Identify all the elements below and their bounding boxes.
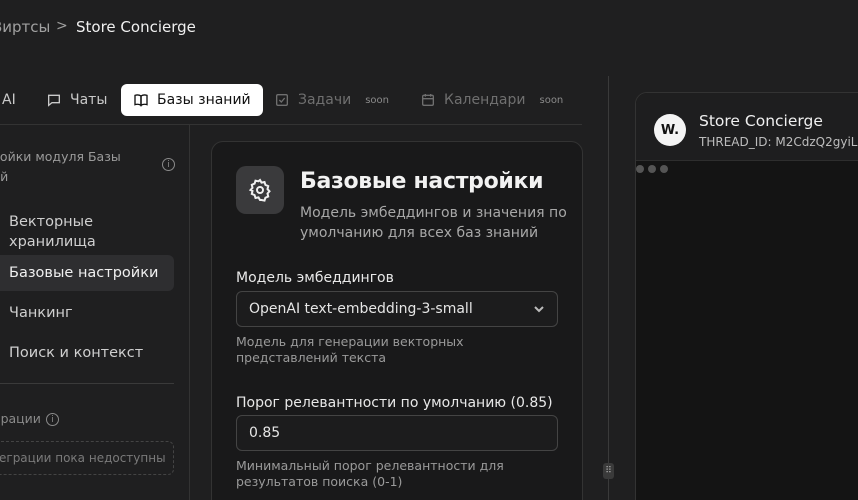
resize-handle-icon[interactable]: ⠿ — [603, 463, 614, 479]
sidebar-item-search-context[interactable]: Поиск и контекст — [0, 335, 174, 371]
chevron-down-icon — [533, 303, 545, 315]
tab-chats[interactable]: Чаты — [34, 84, 119, 116]
top-bar: Виртсы > Store Concierge — [0, 0, 858, 56]
embedding-model-select[interactable]: OpenAI text-embedding-3-small — [236, 291, 558, 327]
threshold-input[interactable]: 0.85 — [236, 415, 558, 451]
avatar: W. — [654, 114, 686, 146]
tab-chats-label: Чаты — [70, 92, 108, 108]
book-icon — [134, 94, 148, 107]
card-title: Базовые настройки — [300, 169, 544, 194]
card-icon-badge — [236, 166, 284, 214]
settings-sidebar: ройки модуля Базы ий i Векторные хранили… — [0, 125, 190, 500]
threshold-hint: Минимальный порог релевантности для резу… — [236, 458, 504, 489]
typing-dot — [636, 165, 644, 173]
calendar-icon — [422, 94, 434, 106]
checkbox-icon — [276, 94, 288, 106]
breadcrumb-prev[interactable]: Виртсы — [0, 18, 50, 36]
breadcrumb-separator-icon: > — [56, 18, 68, 34]
tab-tasks-soon-badge: soon — [365, 94, 389, 106]
chat-thread-id: THREAD_ID: M2CdzQ2gyiL2 — [699, 135, 858, 149]
module-tabs: AI Чаты Базы знаний Задачи soon Календар… — [0, 84, 582, 116]
tab-calendars-soon-badge: soon — [539, 94, 564, 106]
breadcrumb-current: Store Concierge — [76, 18, 196, 36]
card-subtitle: Модель эмбеддингов и значения по умолчан… — [300, 205, 567, 241]
embedding-model-label: Модель эмбеддингов — [236, 270, 394, 286]
threshold-value: 0.85 — [249, 425, 281, 441]
chat-header: W. Store Concierge THREAD_ID: M2CdzQ2gyi… — [636, 93, 858, 161]
info-icon[interactable]: i — [162, 158, 175, 171]
tab-ai-label: AI — [2, 92, 16, 108]
tab-ai[interactable]: AI — [0, 84, 28, 116]
tab-knowledge-bases[interactable]: Базы знаний — [121, 84, 263, 116]
embedding-model-value: OpenAI text-embedding-3-small — [249, 301, 473, 317]
panel-divider — [608, 76, 609, 500]
tab-calendars[interactable]: Календари soon — [408, 84, 575, 116]
chat-icon — [48, 94, 60, 107]
sidebar-item-chunking[interactable]: Чанкинг — [0, 295, 174, 331]
tab-tasks-label: Задачи — [298, 92, 352, 108]
threshold-label: Порог релевантности по умолчанию (0.85) — [236, 395, 553, 411]
sidebar-integrations-label: грации — [0, 411, 41, 426]
gear-icon — [248, 178, 271, 202]
typing-dot — [648, 165, 656, 173]
tab-knowledge-bases-label: Базы знаний — [157, 92, 251, 108]
typing-indicator-icon — [636, 165, 668, 173]
tab-tasks[interactable]: Задачи soon — [262, 84, 401, 116]
integrations-empty-state: еграции пока недоступны — [0, 441, 174, 475]
info-icon[interactable]: i — [46, 413, 59, 426]
sidebar-item-basic-settings[interactable]: Базовые настройки — [0, 255, 174, 291]
sidebar-divider — [0, 383, 174, 384]
tab-calendars-label: Календари — [444, 92, 526, 108]
basic-settings-card: Базовые настройки Модель эмбеддингов и з… — [211, 141, 583, 500]
chat-preview-panel: W. Store Concierge THREAD_ID: M2CdzQ2gyi… — [635, 92, 858, 500]
sidebar-heading: ройки модуля Базы ий — [0, 149, 121, 184]
sidebar-item-vector-stores[interactable]: Векторные хранилища — [0, 204, 174, 260]
embedding-model-hint: Модель для генерации векторных представл… — [236, 334, 464, 365]
chat-title: Store Concierge — [699, 112, 823, 130]
typing-dot — [660, 165, 668, 173]
